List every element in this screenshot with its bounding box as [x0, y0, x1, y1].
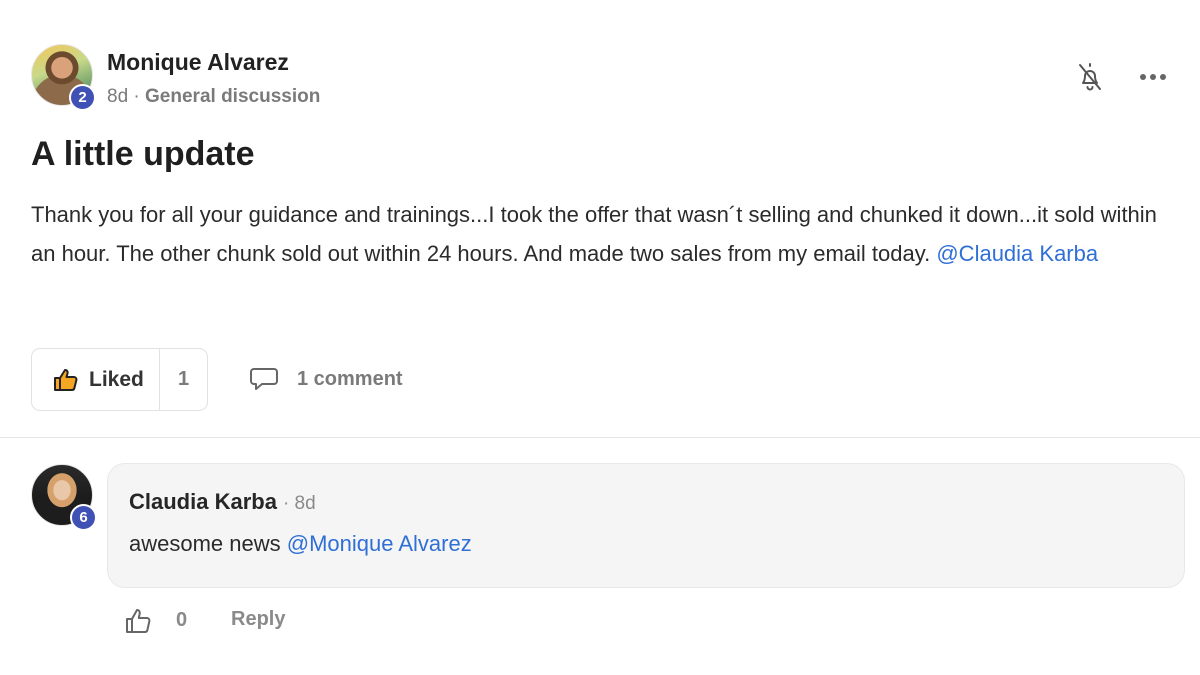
notification-toggle-button[interactable]: [1074, 59, 1106, 95]
commenter-level-badge: 6: [70, 504, 97, 531]
post-body: Thank you for all your guidance and trai…: [31, 196, 1171, 273]
comment-count-label: 1 comment: [297, 367, 403, 390]
like-control: Liked 1: [31, 348, 208, 411]
post-title: A little update: [31, 135, 255, 173]
post-age: 8d: [107, 86, 129, 107]
post-category[interactable]: General discussion: [145, 86, 320, 107]
section-divider: [0, 437, 1200, 438]
comment-body-text: awesome news: [129, 531, 287, 556]
comment-like-button[interactable]: [123, 606, 155, 636]
comment-count-button[interactable]: 1 comment: [249, 366, 403, 392]
commenter-name[interactable]: Claudia Karba: [129, 489, 277, 514]
thumbs-up-filled-icon: [54, 368, 78, 391]
like-label: Liked: [89, 367, 144, 391]
post-card: 2 Monique Alvarez 8d · General discussio…: [0, 0, 1200, 438]
comment-mention-link[interactable]: @Monique Alvarez: [287, 531, 472, 556]
author-level-badge: 2: [69, 84, 96, 111]
comment-age: · 8d: [282, 493, 316, 514]
more-options-button[interactable]: [1136, 66, 1170, 88]
like-count[interactable]: 1: [160, 368, 207, 391]
comment-bubble: Claudia Karba · 8d awesome news @Monique …: [107, 463, 1185, 588]
speech-bubble-icon: [250, 368, 278, 390]
comment-like-count: 0: [176, 609, 188, 631]
post-meta: 8d · General discussion: [107, 86, 320, 108]
author-name[interactable]: Monique Alvarez: [107, 49, 289, 76]
like-button[interactable]: Liked: [32, 349, 160, 410]
comment-header: Claudia Karba · 8d: [129, 489, 316, 515]
more-horizontal-icon: [1140, 74, 1166, 80]
meta-separator: ·: [133, 86, 140, 107]
reply-button[interactable]: Reply: [231, 608, 285, 631]
thumbs-up-outline-icon: [126, 609, 151, 633]
mention-link[interactable]: @Claudia Karba: [936, 241, 1098, 266]
bell-off-icon: [1079, 63, 1101, 91]
comment-text: awesome news @Monique Alvarez: [129, 531, 472, 557]
